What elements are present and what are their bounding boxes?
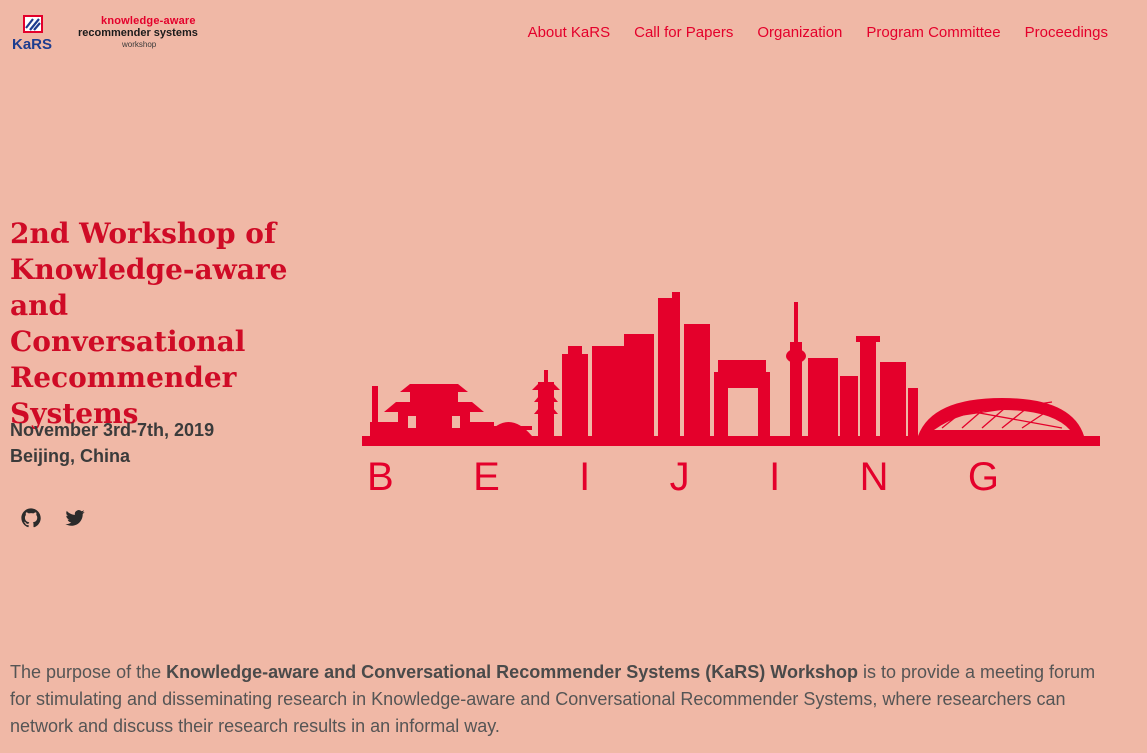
hero-title: 2nd Workshop of Knowledge-aware and Conv… xyxy=(10,217,288,430)
nav-proceedings[interactable]: Proceedings xyxy=(1025,24,1108,41)
purpose-prefix: The purpose of the xyxy=(10,662,167,682)
nav-program-committee[interactable]: Program Committee xyxy=(866,24,1000,41)
kars-logo[interactable]: KaRS knowledge-aware recommender systems… xyxy=(11,13,216,53)
logo-mark-text: KaRS xyxy=(12,36,52,52)
hero-event-info: November 3rd-7th, 2019 Beijing, China xyxy=(10,417,214,469)
skyline-ground xyxy=(362,436,1100,446)
logo-line-3: workshop xyxy=(122,40,157,49)
main-nav: About KaRS Call for Papers Organization … xyxy=(528,24,1108,41)
event-location: Beijing, China xyxy=(10,446,131,466)
nav-organization[interactable]: Organization xyxy=(757,24,842,41)
logo-line-1: knowledge-aware xyxy=(101,15,196,27)
logo-line-2: recommender systems xyxy=(78,27,198,39)
workshop-purpose-paragraph: The purpose of the Knowledge-aware and C… xyxy=(10,659,1110,740)
skyline-caption: BEIJING xyxy=(367,455,1097,495)
twitter-icon[interactable] xyxy=(64,507,86,529)
event-date: November 3rd-7th, 2019 xyxy=(10,420,215,440)
gate-roof xyxy=(384,402,484,412)
site-header: KaRS knowledge-aware recommender systems… xyxy=(0,0,1147,70)
beijing-skyline-illustration: BEIJING xyxy=(362,292,1100,495)
kars-logo-mark: KaRS xyxy=(12,15,52,52)
social-links xyxy=(20,507,86,529)
github-icon[interactable] xyxy=(20,507,42,529)
nav-call-for-papers[interactable]: Call for Papers xyxy=(634,24,733,41)
nav-about-kars[interactable]: About KaRS xyxy=(528,24,611,41)
purpose-highlight: Knowledge-aware and Conversational Recom… xyxy=(166,662,858,682)
